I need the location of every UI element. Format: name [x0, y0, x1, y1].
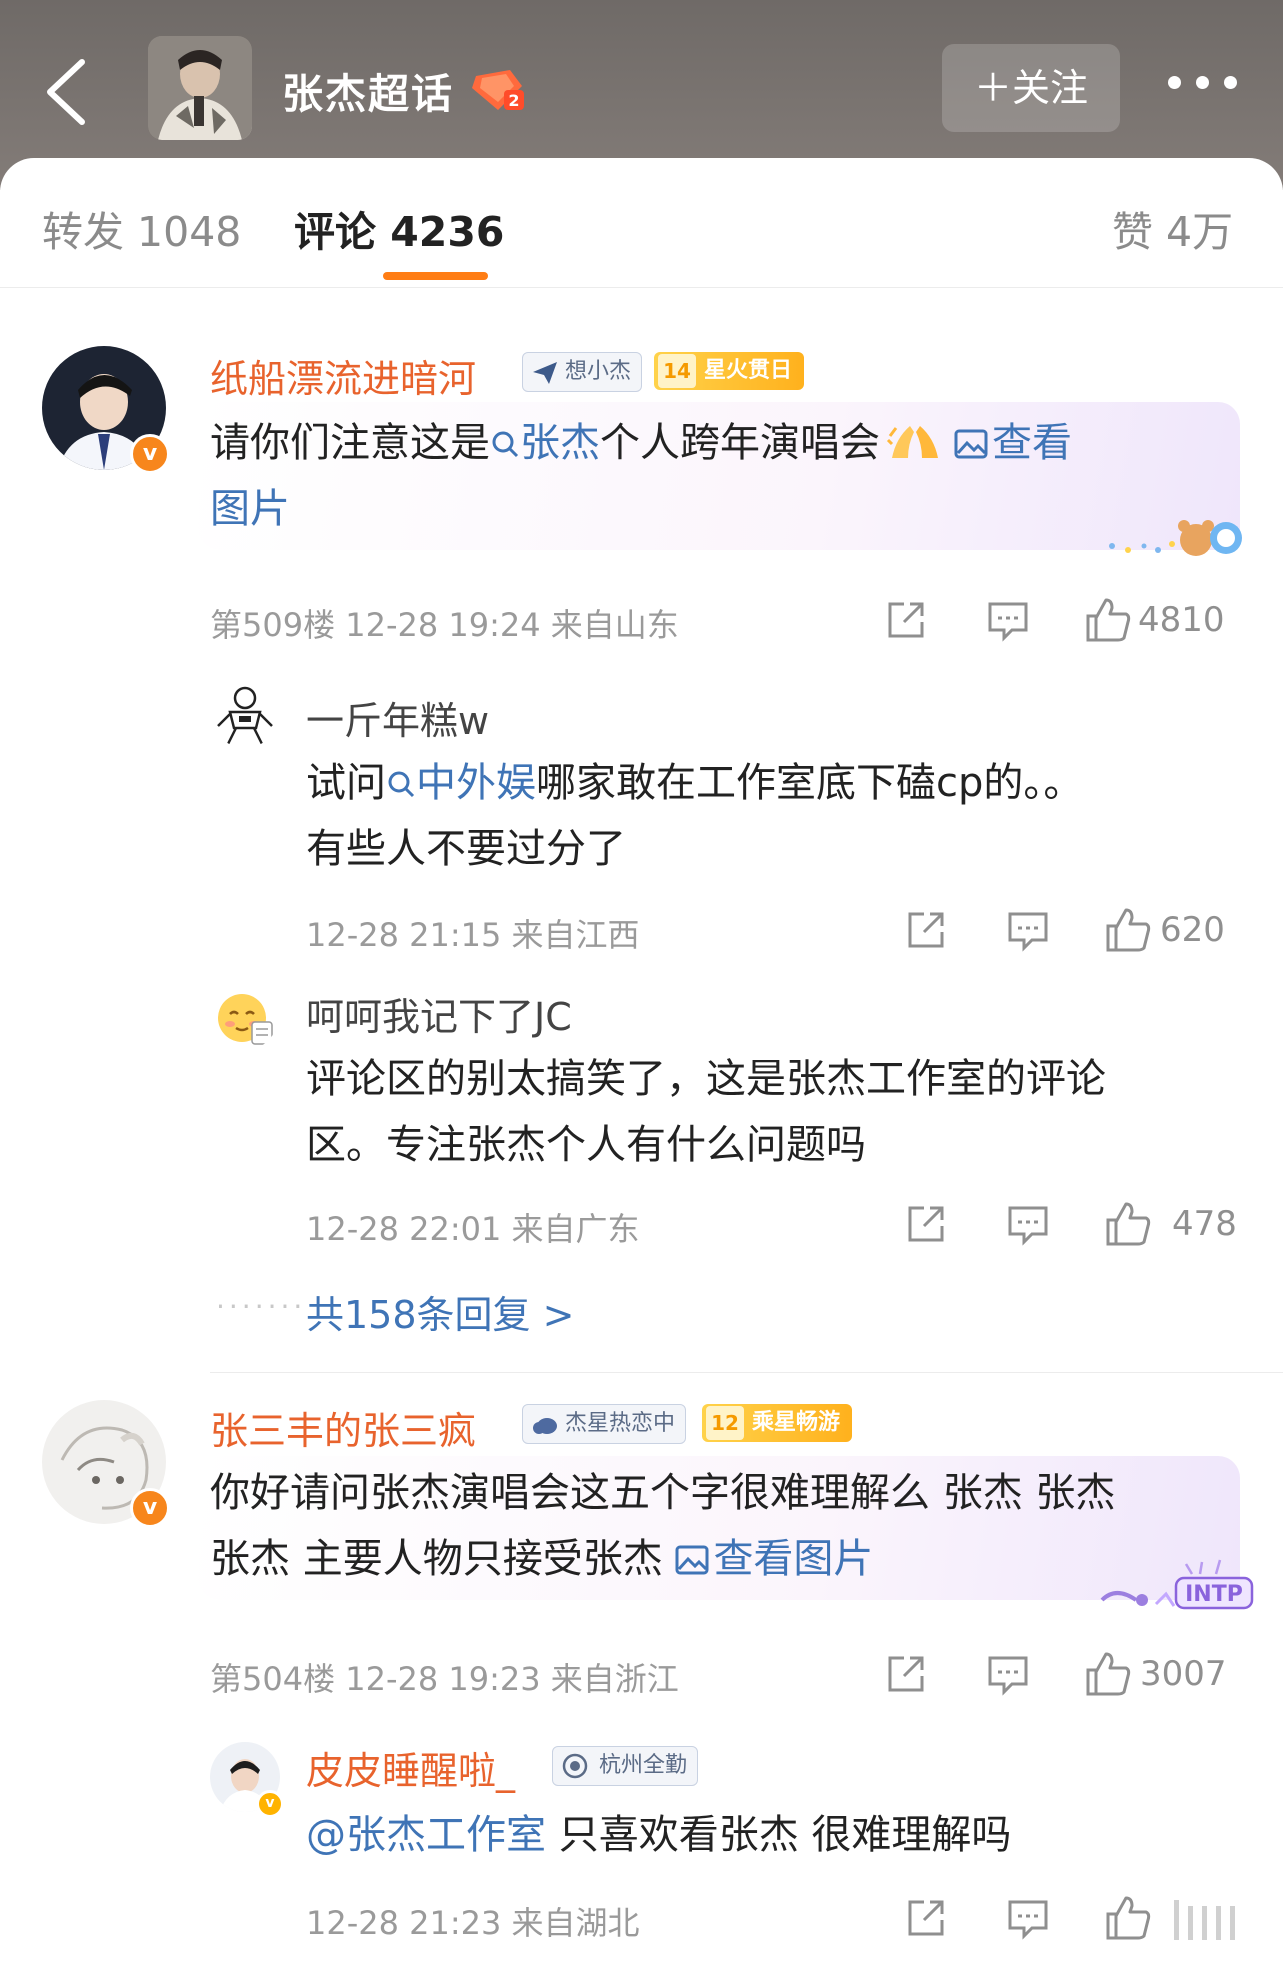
chevron-left-icon — [47, 59, 85, 125]
comment-text: 请你们注意这是 张杰个人跨年演唱会 查看 图片 — [210, 420, 1072, 532]
comment-icon[interactable] — [1006, 1896, 1050, 1940]
like-count: 3007 — [1140, 1654, 1227, 1694]
reply-meta: 12-28 21:23 来自湖北 — [306, 1904, 640, 1942]
like-count: 4810 — [1138, 600, 1225, 640]
like-icon[interactable] — [1104, 906, 1152, 954]
comment-meta: 第509楼 12-28 19:24 来自山东 — [210, 606, 679, 644]
verified-badge-icon: v — [256, 1790, 284, 1818]
view-image-link[interactable]: 查看 — [954, 420, 1072, 466]
image-icon — [675, 1545, 709, 1575]
image-icon — [954, 429, 988, 459]
reply-text: 试问 中外娱哪家敢在工作室底下磕cp的。。 有些人不要过分了 — [306, 760, 1084, 872]
comment-text: 你好请问张杰演唱会这五个字很难理解么 张杰 张杰 张杰 主要人物只接受张杰 查看图… — [210, 1470, 1116, 1582]
comment-meta: 第504楼 12-28 19:23 来自浙江 — [210, 1660, 679, 1698]
comment-icon[interactable] — [1006, 1202, 1050, 1246]
share-icon[interactable] — [904, 1896, 948, 1940]
pray-hands-icon — [886, 426, 938, 458]
avatar[interactable] — [212, 984, 278, 1050]
like-count: 478 — [1172, 1204, 1237, 1244]
level-number: 14 — [658, 354, 696, 388]
reply-text: 评论区的别太搞笑了，这是张杰工作室的评论 区。专注张杰个人有什么问题吗 — [306, 1056, 1106, 1168]
fan-tag[interactable]: 想小杰 — [522, 352, 643, 392]
divider — [0, 287, 1283, 288]
level-tag[interactable]: 14 星火贯日 — [654, 352, 805, 390]
topic-link[interactable]: 中外娱 — [386, 760, 536, 806]
reply-username[interactable]: 呵呵我记下了JC — [306, 986, 572, 1041]
verified-badge-icon: v — [130, 1488, 170, 1528]
more-replies-dots: ······· — [216, 1290, 307, 1323]
like-icon[interactable] — [1104, 1200, 1152, 1248]
reply-username[interactable]: 一斤年糕w — [306, 690, 489, 745]
view-image-link-cont[interactable]: 图片 — [210, 486, 290, 532]
topic-link[interactable]: 张杰 — [490, 420, 600, 466]
svg-text:2: 2 — [508, 91, 519, 110]
comment-username[interactable]: 张三丰的张三疯 — [210, 1400, 476, 1455]
level-title: 乘星畅游 — [752, 1410, 841, 1435]
diamond-badge-icon: 2 — [472, 70, 524, 110]
divider — [210, 1372, 1283, 1373]
cloud-icon — [533, 1418, 557, 1434]
mention-link[interactable]: @张杰工作室 — [306, 1812, 546, 1858]
page-title: 张杰超话 — [282, 70, 454, 118]
topic-avatar[interactable] — [148, 36, 252, 140]
tab-comments[interactable]: 评论 4236 — [294, 198, 504, 258]
tab-likes[interactable]: 赞 4万 — [1112, 198, 1233, 258]
medal-icon — [562, 1753, 588, 1779]
search-icon — [492, 431, 519, 458]
share-icon[interactable] — [884, 1652, 928, 1696]
view-more-replies-link[interactable]: 共158条回复 > — [306, 1284, 574, 1339]
level-title: 星火贯日 — [704, 358, 793, 383]
search-icon — [388, 771, 415, 798]
follow-button[interactable]: ＋关注 — [942, 44, 1120, 132]
like-count: 620 — [1160, 910, 1225, 950]
verified-badge-icon: v — [130, 434, 170, 474]
active-tab-indicator — [383, 272, 488, 280]
paper-plane-icon — [533, 362, 557, 384]
tab-reposts[interactable]: 转发 1048 — [42, 198, 241, 258]
comment-icon[interactable] — [986, 1652, 1030, 1696]
watermark-icon — [1174, 1900, 1235, 1940]
level-number: 12 — [706, 1406, 744, 1440]
reply-username[interactable]: 皮皮睡醒啦_ — [306, 1740, 515, 1795]
comment-icon[interactable] — [1006, 908, 1050, 952]
like-icon[interactable] — [1084, 596, 1132, 644]
sticker-label: INTP — [1185, 1582, 1243, 1607]
comment-username[interactable]: 纸船漂流进暗河 — [210, 348, 476, 403]
reply-meta: 12-28 21:15 来自江西 — [306, 916, 640, 954]
view-image-link[interactable]: 查看图片 — [675, 1536, 873, 1582]
share-icon[interactable] — [904, 1202, 948, 1246]
share-icon[interactable] — [884, 598, 928, 642]
like-icon[interactable] — [1104, 1894, 1152, 1942]
back-button[interactable] — [30, 50, 110, 130]
share-icon[interactable] — [904, 908, 948, 952]
fan-tag[interactable]: 杭州全勤 — [552, 1746, 699, 1786]
fan-tag[interactable]: 杰星热恋中 — [522, 1404, 687, 1444]
level-tag[interactable]: 12 乘星畅游 — [702, 1404, 853, 1442]
like-icon[interactable] — [1084, 1650, 1132, 1698]
avatar[interactable] — [212, 682, 278, 748]
intp-sticker-icon: INTP — [1100, 1559, 1254, 1610]
more-icon[interactable] — [1168, 74, 1268, 104]
bear-sticker-icon — [1109, 520, 1242, 556]
comment-icon[interactable] — [986, 598, 1030, 642]
reply-meta: 12-28 22:01 来自广东 — [306, 1210, 640, 1248]
reply-text: @张杰工作室 只喜欢看张杰 很难理解吗 — [306, 1812, 1012, 1858]
